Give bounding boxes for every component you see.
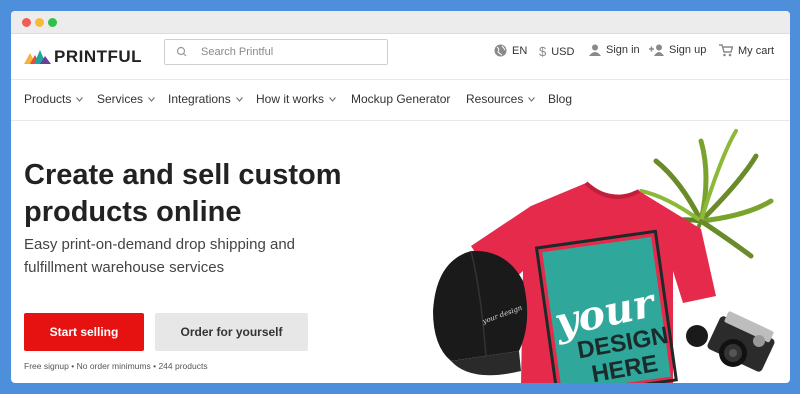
cart-link[interactable]: My cart	[719, 44, 774, 57]
nav-item-label: Integrations	[168, 92, 231, 106]
hero-title: Create and sell custom products online	[24, 159, 342, 228]
hero-subtitle: Easy print-on-demand drop shipping and f…	[24, 236, 296, 276]
currency-label: USD	[551, 45, 575, 58]
sign-in-label: Sign in	[606, 44, 640, 56]
maximize-window-button[interactable]	[48, 18, 57, 27]
browser-window: PRINTFUL EN $ USD Sign in	[11, 11, 790, 383]
chevron-down-icon	[528, 96, 536, 102]
cart-icon	[719, 44, 733, 57]
hero-product-image: your DESIGN HERE your design	[433, 129, 775, 383]
window-titlebar	[11, 11, 790, 34]
logo-mark-icon	[24, 50, 51, 64]
close-window-button[interactable]	[22, 18, 31, 27]
main-navigation: Products Services Integrations How it wo…	[11, 80, 790, 121]
language-selector[interactable]: EN	[494, 44, 527, 57]
language-label: EN	[512, 44, 528, 57]
hero-fine-print: Free signup • No order minimums • 244 pr…	[24, 361, 208, 371]
nav-item-how-it-works[interactable]: How it works	[256, 92, 336, 106]
sign-in-link[interactable]: Sign in	[589, 44, 640, 56]
nav-item-label: Mockup Generator	[351, 92, 451, 106]
sign-up-label: Sign up	[669, 44, 707, 56]
nav-item-integrations[interactable]: Integrations	[168, 92, 243, 106]
nav-item-products[interactable]: Products	[24, 92, 84, 106]
nav-item-label: Blog	[548, 92, 573, 106]
user-icon	[589, 44, 601, 56]
nav-item-label: Products	[24, 92, 72, 106]
order-for-yourself-button[interactable]: Order for yourself	[155, 313, 308, 351]
nav-item-resources[interactable]: Resources	[466, 92, 536, 106]
globe-icon	[494, 44, 507, 57]
logo-text: PRINTFUL	[54, 47, 143, 66]
nav-item-blog[interactable]: Blog	[548, 92, 572, 106]
camera-image	[686, 311, 775, 372]
nav-item-services[interactable]: Services	[97, 92, 155, 106]
chevron-down-icon	[235, 96, 243, 102]
search-input[interactable]	[199, 45, 383, 59]
site-header: PRINTFUL EN $ USD Sign in	[11, 34, 790, 80]
nav-item-label: How it works	[256, 92, 325, 106]
search-box[interactable]	[164, 39, 388, 65]
currency-selector[interactable]: $ USD	[539, 44, 574, 59]
cart-label: My cart	[738, 44, 775, 57]
nav-item-mockup-generator[interactable]: Mockup Generator	[351, 92, 450, 106]
hero-section: Create and sell custom products online E…	[11, 121, 790, 383]
nav-item-label: Services	[97, 92, 144, 106]
user-add-icon	[649, 44, 664, 56]
sign-up-link[interactable]: Sign up	[649, 44, 706, 56]
chevron-down-icon	[76, 96, 84, 102]
start-selling-button[interactable]: Start selling	[24, 313, 144, 351]
nav-item-label: Resources	[466, 92, 524, 106]
dollar-icon: $	[539, 44, 547, 59]
chevron-down-icon	[148, 96, 155, 102]
minimize-window-button[interactable]	[35, 18, 44, 27]
chevron-down-icon	[329, 96, 336, 102]
cap-image: your design	[433, 250, 528, 376]
search-icon	[176, 46, 187, 57]
printful-logo[interactable]: PRINTFUL	[24, 47, 142, 67]
